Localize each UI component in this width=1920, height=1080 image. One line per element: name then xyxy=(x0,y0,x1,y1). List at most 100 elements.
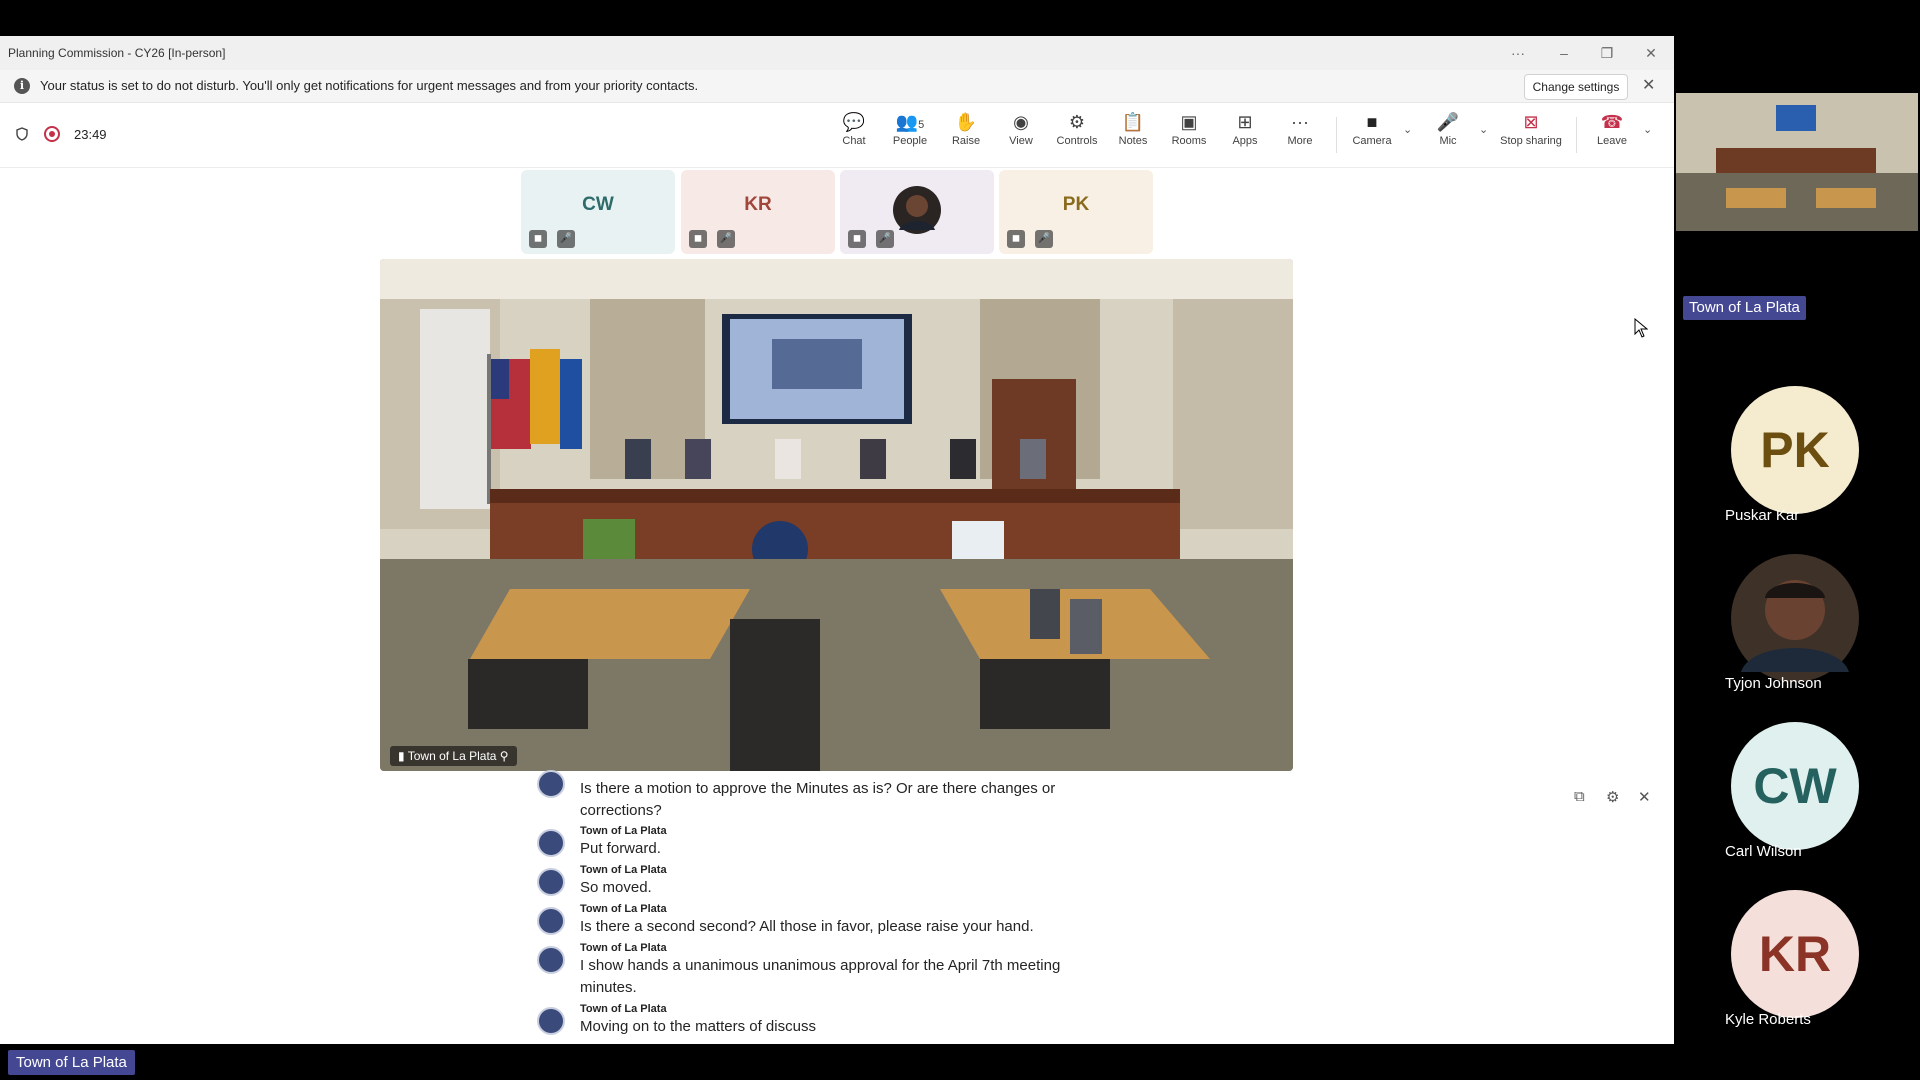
raise-hand-button[interactable]: ✋ Raise xyxy=(938,109,994,161)
shield-icon[interactable] xyxy=(16,127,28,141)
mic-off-icon: 🎤 xyxy=(876,230,894,248)
leave-button[interactable]: ☎ Leave xyxy=(1584,109,1640,161)
main-video-stage[interactable]: ▮ Town of La Plata ⚲ xyxy=(380,259,1293,771)
close-window-button[interactable]: ✕ xyxy=(1640,42,1662,64)
room-video-thumbnail[interactable] xyxy=(1676,93,1918,231)
caption-speaker: Town of La Plata xyxy=(580,942,667,954)
chat-button[interactable]: 💬 Chat xyxy=(826,109,882,161)
participant-tile-cw[interactable]: CW ◼ 🎤 xyxy=(521,170,675,254)
notes-icon: 📋 xyxy=(1121,112,1145,132)
rooms-label: Rooms xyxy=(1171,135,1207,147)
stage-label-text: Town of La Plata xyxy=(407,749,497,763)
more-options-icon[interactable]: ··· xyxy=(1507,42,1529,64)
apps-button[interactable]: ⊞ Apps xyxy=(1217,109,1273,161)
mic-options-chevron-icon[interactable]: ⌄ xyxy=(1479,123,1488,136)
caption-text: Is there a motion to approve the Minutes… xyxy=(580,780,1056,819)
controls-icon: ⚙ xyxy=(1068,112,1086,132)
notes-button[interactable]: 📋 Notes xyxy=(1105,109,1161,161)
shared-window-label: Town of La Plata xyxy=(8,1050,135,1075)
caption-text: So moved. xyxy=(580,879,652,896)
stop-sharing-label: Stop sharing xyxy=(1500,135,1562,147)
caption-avatar-icon xyxy=(537,1007,565,1035)
participant-name: Kyle Roberts xyxy=(1725,1011,1811,1028)
avatar-tyjon-johnson[interactable] xyxy=(1731,554,1859,682)
mic-button[interactable]: 🎤 Mic xyxy=(1420,109,1476,161)
mic-off-icon: 🎤 xyxy=(1035,230,1053,248)
close-notification-icon[interactable]: ✕ xyxy=(1642,75,1655,95)
mic-icon: 🎤 xyxy=(1436,112,1460,132)
participant-tile-pk[interactable]: PK ◼ 🎤 xyxy=(999,170,1153,254)
leave-icon: ☎ xyxy=(1600,112,1624,132)
minimize-button[interactable]: – xyxy=(1553,42,1575,64)
toolbar-divider xyxy=(1576,117,1577,153)
camera-options-chevron-icon[interactable]: ⌄ xyxy=(1403,123,1412,136)
caption-speaker: Town of La Plata xyxy=(580,1003,667,1015)
video-off-icon: ◼ xyxy=(848,230,866,248)
video-off-icon: ◼ xyxy=(689,230,707,248)
more-icon: ··· xyxy=(1291,112,1309,132)
video-off-icon: ◼ xyxy=(529,230,547,248)
avatar-kyle-roberts[interactable]: KR xyxy=(1731,890,1859,1018)
camera-button[interactable]: ■ Camera xyxy=(1344,109,1400,161)
video-off-icon: ◼ xyxy=(1007,230,1025,248)
participant-name: Puskar Kar xyxy=(1725,507,1800,524)
caption-avatar-icon xyxy=(537,868,565,896)
mouse-cursor-icon xyxy=(1634,318,1648,338)
stop-sharing-button[interactable]: ⊠ Stop sharing xyxy=(1496,109,1566,161)
pin-icon[interactable]: ⚲ xyxy=(496,749,509,763)
change-settings-button[interactable]: Change settings xyxy=(1524,74,1628,100)
popout-icon[interactable]: ⧉ xyxy=(1574,788,1585,805)
participant-initials: KR xyxy=(744,194,772,215)
view-icon: ◉ xyxy=(1013,112,1029,132)
restore-button[interactable]: ❐ xyxy=(1596,42,1618,64)
caption-settings-icon[interactable]: ⚙ xyxy=(1606,788,1619,806)
avatar xyxy=(893,186,941,234)
raise-label: Raise xyxy=(951,135,981,147)
caption-avatar-icon xyxy=(537,829,565,857)
council-chamber-video xyxy=(380,259,1293,771)
apps-label: Apps xyxy=(1232,135,1258,147)
avatar-puskar-kar[interactable]: PK xyxy=(1731,386,1859,514)
view-button[interactable]: ◉ View xyxy=(993,109,1049,161)
leave-options-chevron-icon[interactable]: ⌄ xyxy=(1643,123,1652,136)
participant-tile-kr[interactable]: KR ◼ 🎤 xyxy=(681,170,835,254)
people-icon: 👥 xyxy=(895,112,919,132)
participant-initials: CW xyxy=(582,194,614,215)
stage-name-label: ▮ Town of La Plata ⚲ xyxy=(390,746,517,766)
chat-icon: 💬 xyxy=(842,112,866,132)
caption-text: Moving on to the matters of discuss xyxy=(580,1018,816,1035)
camera-label: Camera xyxy=(1352,135,1392,147)
avatar-carl-wilson[interactable]: CW xyxy=(1731,722,1859,850)
apps-icon: ⊞ xyxy=(1237,112,1253,132)
notes-label: Notes xyxy=(1118,135,1148,147)
meeting-toolbar: 23:49 💬 Chat 👥5 People ✋ Raise ◉ View ⚙ … xyxy=(0,103,1674,168)
people-button[interactable]: 👥5 People xyxy=(882,109,938,161)
stop-share-icon: ⊠ xyxy=(1523,112,1539,132)
caption-avatar-icon xyxy=(537,907,565,935)
caption-text: I show hands a unanimous unanimous appro… xyxy=(580,957,1061,996)
caption-speaker: Town of La Plata xyxy=(580,864,667,876)
participant-initials: PK xyxy=(1062,194,1090,215)
more-button[interactable]: ··· More xyxy=(1272,109,1328,161)
hand-icon: ✋ xyxy=(954,112,978,132)
mic-off-icon: 🎤 xyxy=(557,230,575,248)
participant-tile-photo[interactable]: ◼ 🎤 xyxy=(840,170,994,254)
caption-text: Put forward. xyxy=(580,840,661,857)
participant-name: Carl Wilson xyxy=(1725,843,1802,860)
teams-window: Planning Commission - CY26 [In-person] ·… xyxy=(0,36,1674,1044)
caption-speaker: Town of La Plata xyxy=(580,903,667,915)
signal-icon: ▮ xyxy=(398,749,408,763)
thumbnail-name-label: Town of La Plata xyxy=(1683,296,1806,320)
controls-button[interactable]: ⚙ Controls xyxy=(1049,109,1105,161)
mic-label: Mic xyxy=(1439,135,1457,147)
rooms-icon: ▣ xyxy=(1180,112,1198,132)
rooms-button[interactable]: ▣ Rooms xyxy=(1161,109,1217,161)
participant-name: Tyjon Johnson xyxy=(1725,675,1822,692)
chat-label: Chat xyxy=(842,135,866,147)
dnd-message: Your status is set to do not disturb. Yo… xyxy=(40,78,699,93)
view-label: View xyxy=(1009,135,1033,147)
close-captions-icon[interactable]: ✕ xyxy=(1638,788,1651,806)
more-label: More xyxy=(1287,135,1313,147)
camera-icon: ■ xyxy=(1366,112,1378,132)
title-bar: Planning Commission - CY26 [In-person] ·… xyxy=(0,36,1674,71)
